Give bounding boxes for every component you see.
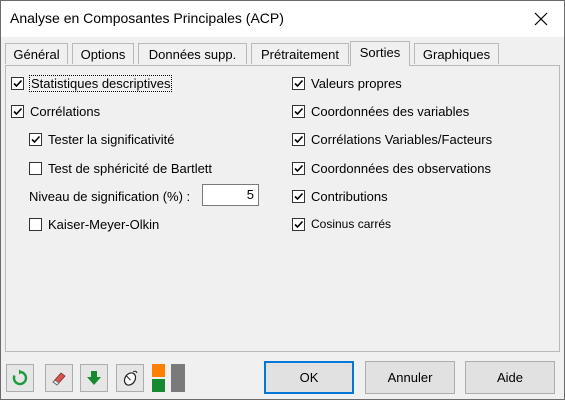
checkmark-icon: [294, 79, 304, 88]
tab-options[interactable]: Options: [72, 43, 134, 64]
checkbox-label: Corrélations Variables/Facteurs: [311, 132, 493, 147]
reset-button[interactable]: [6, 364, 34, 392]
signif-level-input[interactable]: 5: [202, 184, 259, 206]
signif-level-label: Niveau de signification (%) :: [29, 189, 191, 204]
color-squares-icon[interactable]: [152, 364, 166, 392]
checkbox-label: Statistiques descriptives: [28, 75, 173, 92]
tab-graphiques[interactable]: Graphiques: [414, 43, 499, 64]
checkbox-label: Contributions: [311, 189, 388, 204]
ok-button[interactable]: OK: [264, 361, 354, 394]
checkbox-label: Tester la significativité: [48, 132, 175, 147]
checkmark-icon: [31, 135, 41, 144]
checkbox-bartlett[interactable]: Test de sphéricité de Bartlett: [29, 161, 212, 176]
checkbox-box[interactable]: [292, 133, 305, 146]
orange-square: [152, 364, 165, 377]
checkmark-icon: [294, 107, 304, 116]
dialog-window: Analyse en Composantes Principales (ACP)…: [0, 0, 565, 400]
checkbox-tester-significativite[interactable]: Tester la significativité: [29, 132, 174, 147]
checkmark-icon: [294, 192, 304, 201]
checkbox-label: Valeurs propres: [311, 76, 402, 91]
close-button[interactable]: [518, 1, 564, 37]
checkbox-box[interactable]: [292, 217, 305, 231]
mouse-icon: [123, 370, 138, 386]
title-bar: Analyse en Composantes Principales (ACP): [1, 1, 564, 37]
checkmark-icon: [294, 220, 304, 228]
help-button[interactable]: Aide: [465, 361, 555, 394]
checkbox-box[interactable]: [11, 77, 24, 90]
tab-sorties[interactable]: Sorties: [350, 41, 410, 66]
select-mode-button[interactable]: [116, 364, 144, 392]
clear-button[interactable]: [45, 364, 73, 392]
checkbox-box[interactable]: [29, 133, 42, 146]
checkbox-box[interactable]: [29, 218, 42, 231]
checkmark-icon: [294, 164, 304, 173]
checkbox-box[interactable]: [292, 162, 305, 175]
checkmark-icon: [13, 79, 23, 88]
checkbox-box[interactable]: [292, 77, 305, 90]
checkbox-label: Coordonnées des variables: [311, 104, 470, 119]
checkbox-box[interactable]: [29, 162, 42, 175]
download-arrow-icon: [87, 371, 101, 385]
checkbox-label: Corrélations: [30, 104, 101, 119]
checkbox-cosinus-carres[interactable]: Cosinus carrés: [292, 217, 391, 231]
bottom-toolbar: OK Annuler Aide: [1, 358, 564, 399]
checkbox-box[interactable]: [11, 105, 24, 118]
tab-general[interactable]: Général: [5, 43, 68, 64]
splitter-handle[interactable]: [171, 364, 185, 392]
window-title: Analyse en Composantes Principales (ACP): [10, 10, 284, 26]
checkbox-correlations-variables-facteurs[interactable]: Corrélations Variables/Facteurs: [292, 132, 492, 147]
eraser-icon: [52, 372, 66, 386]
checkmark-icon: [294, 135, 304, 144]
checkbox-contributions[interactable]: Contributions: [292, 189, 388, 204]
checkbox-correlations[interactable]: Corrélations: [11, 104, 100, 119]
checkbox-kmo[interactable]: Kaiser-Meyer-Olkin: [29, 217, 159, 232]
checkbox-coordonnees-observations[interactable]: Coordonnées des observations: [292, 161, 491, 176]
checkbox-label: Cosinus carrés: [311, 217, 392, 231]
checkbox-valeurs-propres[interactable]: Valeurs propres: [292, 76, 402, 91]
checkbox-label: Coordonnées des observations: [311, 161, 491, 176]
close-icon: [534, 12, 548, 26]
green-square: [152, 379, 165, 392]
checkbox-statistiques-descriptives[interactable]: Statistiques descriptives: [11, 75, 173, 92]
tab-pretraitement[interactable]: Prétraitement: [251, 43, 349, 64]
checkbox-label: Kaiser-Meyer-Olkin: [48, 217, 160, 232]
checkmark-icon: [13, 107, 23, 116]
reset-icon: [12, 369, 28, 386]
checkbox-box[interactable]: [292, 190, 305, 203]
checkbox-coordonnees-variables[interactable]: Coordonnées des variables: [292, 104, 469, 119]
checkbox-box[interactable]: [292, 105, 305, 118]
load-button[interactable]: [80, 364, 108, 392]
cancel-button[interactable]: Annuler: [365, 361, 455, 394]
checkbox-label: Test de sphéricité de Bartlett: [48, 161, 213, 176]
tab-donnees-supp[interactable]: Données supp.: [138, 43, 247, 64]
